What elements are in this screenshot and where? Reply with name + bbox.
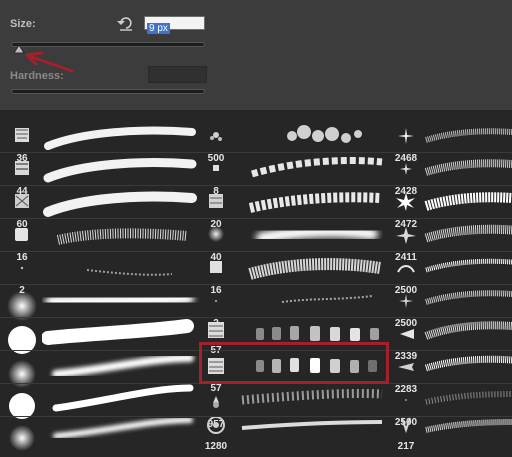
brush-tip-icon [398, 363, 414, 371]
brush-tip-icon [401, 417, 411, 434]
brush-tip-icon [210, 132, 222, 141]
brush-preset[interactable] [6, 358, 38, 390]
brush-preset[interactable] [6, 324, 38, 356]
brush-tip-icon [208, 226, 224, 242]
row-separator [0, 251, 512, 252]
brush-stroke-previews-2 [241, 125, 383, 430]
brush-tip-icon [400, 329, 414, 339]
brush-stroke-previews-1 [42, 126, 197, 439]
size-label: Size: [10, 18, 36, 30]
brush-tip-icon [15, 194, 29, 208]
brush-tip-icon [210, 261, 222, 273]
row-separator [0, 317, 512, 318]
brush-tip-icon [396, 193, 415, 211]
hardness-slider-track[interactable] [11, 89, 205, 94]
brush-tip-icon [209, 194, 223, 208]
size-slider-track[interactable] [11, 42, 205, 47]
brush-options-panel: Size: 9 px Hardness: [0, 0, 512, 110]
brush-preset-grid: 36 44 60 16 2 500 8 20 40 16 57 1280 246… [0, 110, 512, 452]
brush-preset[interactable]: 217 [392, 414, 420, 452]
brush-tip-icon [8, 360, 36, 388]
brush-tip-icon [399, 294, 413, 308]
row-separator [0, 218, 512, 219]
hardness-label: Hardness: [10, 70, 64, 82]
size-input[interactable]: 9 px [144, 16, 205, 34]
brush-tip-icon [213, 165, 219, 171]
brush-tip-icon [15, 228, 28, 241]
brush-tip-icon [398, 128, 414, 144]
row-separator [0, 416, 512, 417]
brush-stroke-previews-3 [424, 128, 512, 433]
brush-tip-icon [400, 163, 412, 175]
brush-preset[interactable]: 1280 [202, 414, 230, 452]
hardness-input[interactable] [148, 66, 207, 83]
brush-tip-icon [15, 128, 29, 142]
selected-brush-highlight [199, 342, 389, 384]
size-value: 9 px [147, 23, 170, 34]
brush-tip-icon [20, 266, 24, 270]
brush-tip-icon [397, 265, 415, 273]
brush-tip-icon [9, 425, 35, 451]
brush-tip-icon [215, 300, 217, 302]
brush-preset[interactable] [6, 390, 38, 422]
brush-tip-icon [9, 393, 35, 419]
reset-arrow-icon[interactable] [116, 13, 136, 33]
row-separator [0, 185, 512, 186]
brush-tip-icon [8, 326, 36, 354]
brush-tip-icon [207, 416, 225, 434]
brush-size-label: 217 [397, 441, 415, 452]
brush-tip-icon [15, 161, 29, 175]
brush-preset[interactable] [6, 422, 38, 452]
brush-picker-panel: Size: 9 px Hardness: 36 44 60 16 2 500 8… [0, 0, 512, 452]
row-separator [0, 284, 512, 285]
row-separator [0, 152, 512, 153]
brush-tip-icon [396, 227, 416, 244]
brush-size-label: 1280 [204, 441, 228, 452]
